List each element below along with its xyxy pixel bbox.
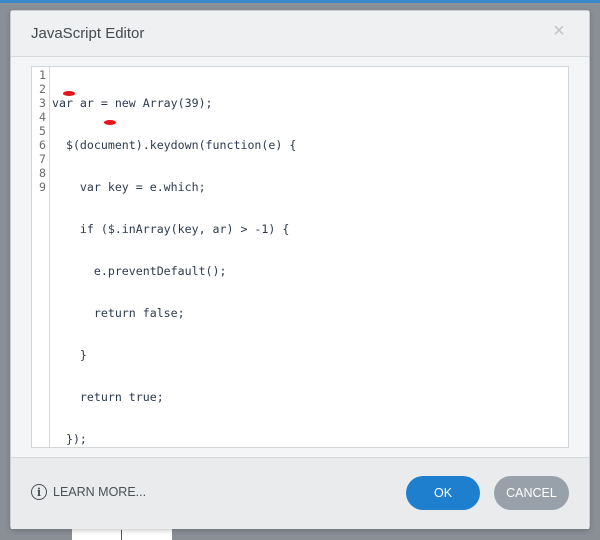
code-line[interactable]: return true; xyxy=(52,390,296,404)
code-line[interactable]: }); xyxy=(52,432,296,446)
cancel-button[interactable]: CANCEL xyxy=(494,476,569,510)
line-number: 8 xyxy=(39,166,46,180)
line-number: 9 xyxy=(39,180,46,194)
line-number: 2 xyxy=(39,82,46,96)
line-number: 5 xyxy=(39,124,46,138)
code-line[interactable]: if ($.inArray(key, ar) > -1) { xyxy=(52,222,296,236)
dialog-header: JavaScript Editor × xyxy=(11,11,589,57)
code-line[interactable]: } xyxy=(52,348,296,362)
code-line[interactable]: var key = e.which; xyxy=(52,180,296,194)
background-flow-connector xyxy=(121,530,122,540)
learn-more-label: LEARN MORE... xyxy=(53,485,147,499)
close-icon[interactable]: × xyxy=(549,21,569,41)
javascript-editor-dialog: JavaScript Editor × 1 2 3 4 5 6 7 8 9 va… xyxy=(11,11,589,529)
line-numbers: 1 2 3 4 5 6 7 8 9 xyxy=(32,68,46,194)
window-top-strip xyxy=(0,0,600,3)
line-number-gutter: 1 2 3 4 5 6 7 8 9 xyxy=(32,67,50,447)
line-number: 3 xyxy=(39,96,46,110)
learn-more-link[interactable]: i LEARN MORE... xyxy=(31,484,146,500)
code-line[interactable]: $(document).keydown(function(e) { xyxy=(52,138,296,152)
dialog-footer: i LEARN MORE... OK CANCEL xyxy=(11,457,589,529)
code-editor[interactable]: 1 2 3 4 5 6 7 8 9 var ar = new Array(39)… xyxy=(31,66,569,448)
ok-button[interactable]: OK xyxy=(406,476,480,510)
dialog-title: JavaScript Editor xyxy=(31,25,145,42)
info-icon: i xyxy=(31,484,47,500)
code-lines[interactable]: var ar = new Array(39); $(document).keyd… xyxy=(52,68,296,474)
line-number: 6 xyxy=(39,138,46,152)
code-line[interactable]: var ar = new Array(39); xyxy=(52,96,296,110)
line-number: 7 xyxy=(39,152,46,166)
red-annotation-marker xyxy=(104,120,116,125)
line-number: 4 xyxy=(39,110,46,124)
line-number: 1 xyxy=(39,68,46,82)
code-line[interactable]: return false; xyxy=(52,306,296,320)
red-annotation-marker xyxy=(63,91,75,96)
code-line[interactable]: e.preventDefault(); xyxy=(52,264,296,278)
